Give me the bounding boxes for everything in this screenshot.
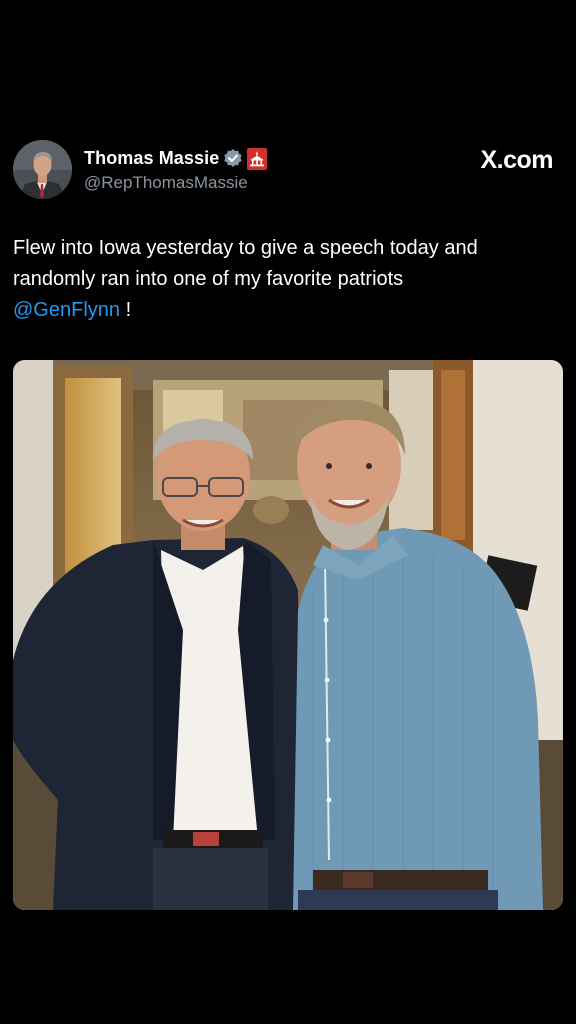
display-name-row: Thomas Massie [84,146,268,170]
tweet-line-3: @GenFlynn ! [13,295,563,326]
avatar[interactable] [13,140,72,199]
mention-link[interactable]: @GenFlynn [13,299,120,321]
tweet-text: Flew into Iowa yesterday to give a speec… [13,233,563,326]
government-affiliation-icon[interactable] [247,148,268,170]
photo-illustration [13,360,563,910]
author-handle[interactable]: @RepThomasMassie [84,173,248,193]
tweet-line-1: Flew into Iowa yesterday to give a speec… [13,237,478,259]
tweet-photo[interactable] [13,360,563,910]
display-name[interactable]: Thomas Massie [84,148,219,169]
tweet-trailing: ! [125,299,132,321]
source-label: X.com [480,146,553,174]
verified-badge-icon [223,148,243,168]
avatar-photo [13,140,72,199]
tweet-line-2: randomly ran into one of my favorite pat… [13,268,404,290]
tweet-header: Thomas Massie @RepThomasMassie X.com [13,140,553,202]
